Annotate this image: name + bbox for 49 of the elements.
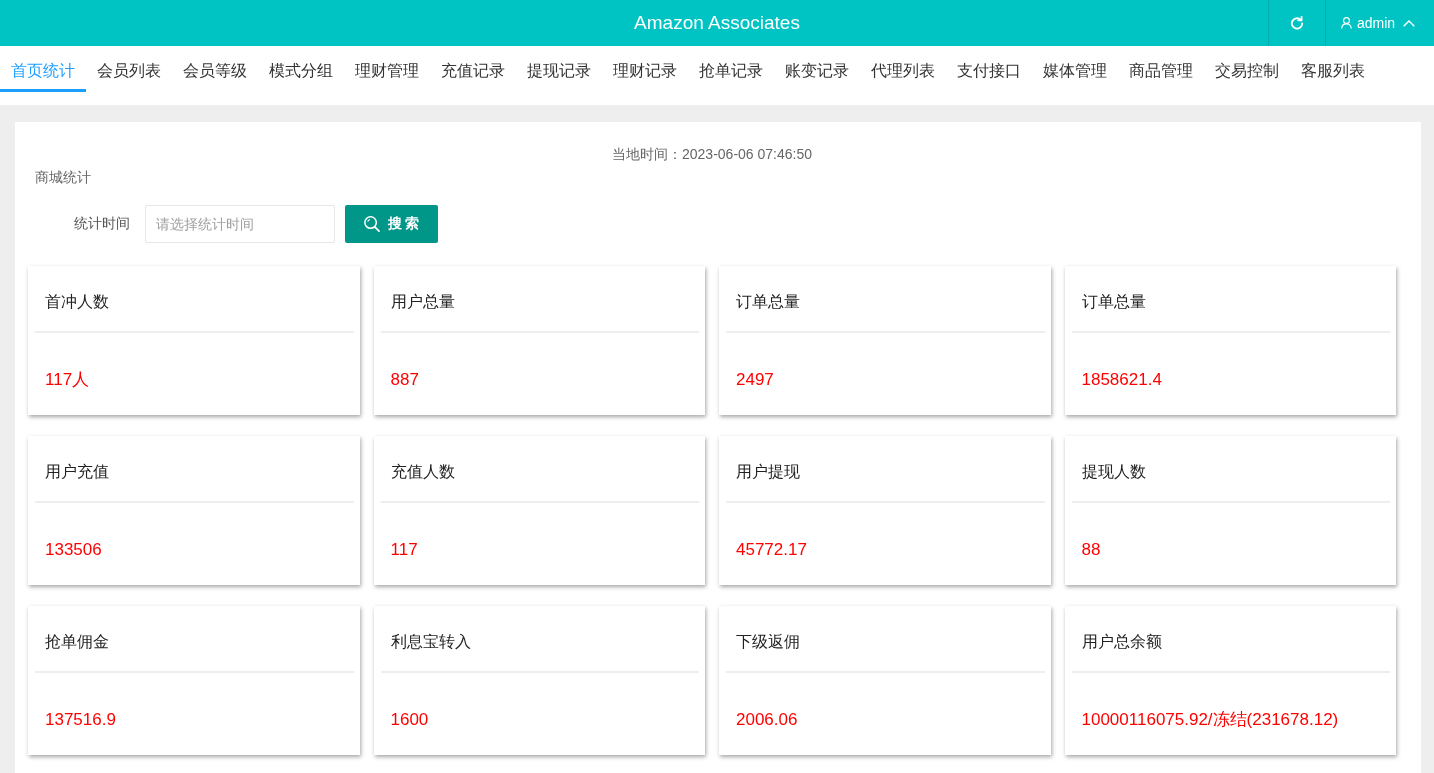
stat-title: 下级返佣 <box>736 633 800 650</box>
nav-tab[interactable]: 充值记录 <box>430 53 516 92</box>
refresh-icon <box>1290 16 1304 30</box>
stat-value: 887 <box>390 370 419 389</box>
stat-value: 117人 <box>45 370 90 389</box>
caret-icon <box>1403 19 1416 27</box>
stat-value: 137516.9 <box>45 710 116 729</box>
nav-tab[interactable]: 提现记录 <box>516 53 602 92</box>
user-icon <box>1340 17 1352 29</box>
date-field[interactable]: 请选择统计时间 <box>145 205 335 243</box>
nav-tab[interactable]: 商品管理 <box>1118 53 1204 92</box>
stat-title: 用户总量 <box>390 293 455 310</box>
stat-value: 1858621.4 <box>1081 370 1162 389</box>
stat-title: 订单总量 <box>1081 293 1146 310</box>
stat-value: 133506 <box>45 540 102 559</box>
stat-title: 抢单佣金 <box>45 633 109 650</box>
stat-title: 首冲人数 <box>45 293 109 310</box>
app-title: Amazon Associates <box>634 12 800 34</box>
nav-tab[interactable]: 支付接口 <box>946 53 1032 92</box>
nav-tab[interactable]: 客服列表 <box>1290 53 1376 92</box>
local-time-text: 当地时间：2023-06-06 07:46:50 <box>612 145 812 164</box>
stat-title: 充值人数 <box>390 463 455 480</box>
nav-tab[interactable]: 会员列表 <box>86 53 172 92</box>
nav-tab[interactable]: 会员等级 <box>172 53 258 92</box>
stat-title: 利息宝转入 <box>390 633 471 650</box>
stat-title: 用户提现 <box>736 463 800 480</box>
stat-value: 117 <box>390 540 418 559</box>
stat-value: 45772.17 <box>736 540 807 559</box>
nav-tab[interactable]: 理财管理 <box>344 53 430 92</box>
stat-title: 用户充值 <box>45 463 109 480</box>
nav-tab[interactable]: 模式分组 <box>258 53 344 92</box>
nav-tab[interactable]: 代理列表 <box>860 53 946 92</box>
nav-tab[interactable]: 交易控制 <box>1204 53 1290 92</box>
section-title: 商城统计 <box>35 168 91 187</box>
search-icon <box>363 216 380 232</box>
stat-value: 1600 <box>390 710 429 729</box>
stat-value: 88 <box>1081 540 1101 559</box>
search-button[interactable]: 搜 索 <box>345 205 438 243</box>
stat-value: 2497 <box>736 370 774 389</box>
nav-tab[interactable]: 账变记录 <box>774 53 860 92</box>
stat-title: 订单总量 <box>736 293 800 310</box>
stat-value: 10000116075.92/冻结(231678.12) <box>1081 710 1339 729</box>
nav-tab[interactable]: 理财记录 <box>602 53 688 92</box>
nav-tab[interactable]: 抢单记录 <box>688 53 774 92</box>
field-label: 统计时间 <box>73 215 130 233</box>
stat-value: 2006.06 <box>736 710 798 729</box>
stat-title: 用户总余额 <box>1081 633 1162 650</box>
nav-tab[interactable]: 媒体管理 <box>1032 53 1118 92</box>
stat-title: 提现人数 <box>1081 463 1146 480</box>
